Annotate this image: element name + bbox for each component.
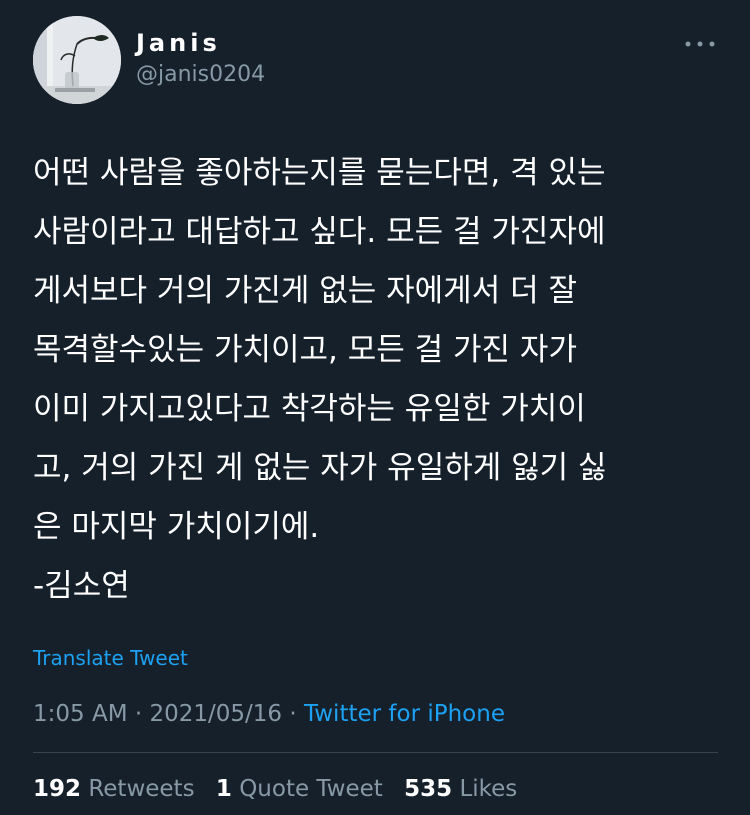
- tweet-text-line: 이미 가지고있다고 착각하는 유일한 가치이: [33, 391, 586, 427]
- tweet-text: 어떤 사람을 좋아하는지를 묻는다면, 격 있는 사람이라고 대답하고 싶다. …: [33, 144, 723, 616]
- retweets-stat[interactable]: 192 Retweets: [33, 776, 195, 802]
- divider: [33, 752, 718, 753]
- retweets-count: 192: [33, 776, 82, 802]
- meta-separator: ·: [127, 701, 150, 727]
- translate-tweet-link[interactable]: Translate Tweet: [33, 645, 188, 671]
- tweet-text-line: 사람이라고 대답하고 싶다. 모든 걸 가진자에: [33, 214, 606, 250]
- quote-tweets-stat[interactable]: 1 Quote Tweet: [216, 776, 383, 802]
- tweet-date[interactable]: 2021/05/16: [149, 701, 282, 727]
- tweet-source-link[interactable]: Twitter for iPhone: [304, 701, 505, 727]
- tweet-text-line: 고, 거의 가진 게 없는 자가 유일하게 잃기 싫: [33, 450, 607, 486]
- likes-stat[interactable]: 535 Likes: [404, 776, 517, 802]
- tweet-text-line: 게서보다 거의 가진게 없는 자에게서 더 잘: [33, 273, 577, 309]
- avatar[interactable]: [33, 16, 121, 104]
- avatar-photo-plant-vase: [33, 16, 121, 104]
- tweet-text-line: 목격할수있는 가치이고, 모든 걸 가진 자가: [33, 332, 577, 368]
- display-name[interactable]: Janis: [136, 28, 221, 58]
- more-horizontal-icon[interactable]: [682, 34, 718, 54]
- retweets-label: Retweets: [88, 776, 195, 802]
- likes-label: Likes: [459, 776, 518, 802]
- tweet-stats: 192 Retweets 1 Quote Tweet 535 Likes: [33, 774, 531, 804]
- tweet-text-line: 은 마지막 가치이기에.: [33, 509, 320, 545]
- tweet-text-line: -김소연: [33, 568, 130, 604]
- tweet-time[interactable]: 1:05 AM: [33, 701, 128, 727]
- likes-count: 535: [404, 776, 453, 802]
- user-handle[interactable]: @janis0204: [136, 61, 265, 89]
- quote-tweets-count: 1: [215, 776, 232, 802]
- quote-tweets-label: Quote Tweet: [239, 776, 383, 802]
- tweet-meta: 1:05 AM · 2021/05/16 · Twitter for iPhon…: [33, 699, 505, 729]
- meta-separator: ·: [282, 701, 304, 727]
- tweet-text-line: 어떤 사람을 좋아하는지를 묻는다면, 격 있는: [33, 155, 606, 191]
